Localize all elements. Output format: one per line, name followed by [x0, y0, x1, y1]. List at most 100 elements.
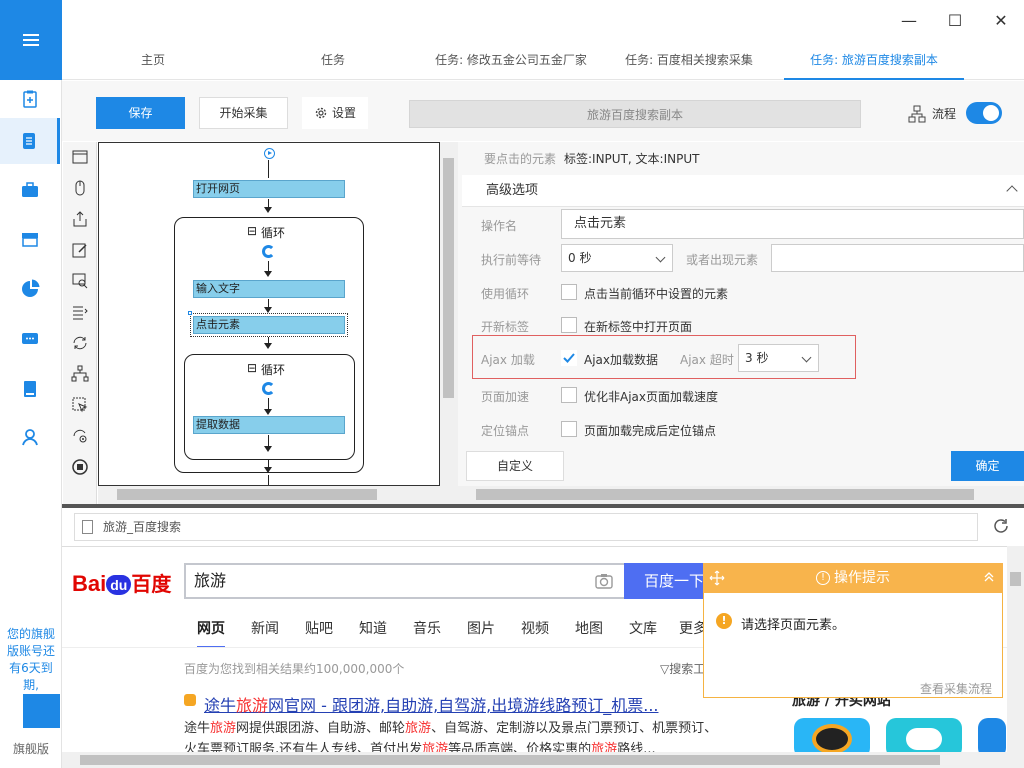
new-tab-text: 在新标签中打开页面 — [584, 320, 693, 334]
advanced-options-header[interactable]: 高级选项 — [462, 175, 1024, 207]
nav-map[interactable]: 地图 — [575, 618, 603, 638]
nav-images[interactable]: 图片 — [467, 618, 495, 638]
task-name-field[interactable]: 旅游百度搜索副本 — [409, 100, 861, 128]
baidu-search-input[interactable]: 旅游 — [184, 563, 624, 599]
page-icon — [82, 520, 93, 534]
tool-refresh-captcha[interactable] — [63, 421, 97, 451]
use-loop-checkbox[interactable] — [561, 284, 577, 300]
loop-outer-collapse[interactable]: ⊟ — [247, 224, 257, 238]
sidebar-account[interactable] — [0, 414, 60, 460]
tool-loop[interactable] — [63, 328, 97, 358]
baidu-logo[interactable]: Bai du 百度 — [72, 568, 171, 597]
chevron-down-icon — [801, 352, 812, 363]
collapse-up-icon[interactable] — [982, 570, 996, 584]
search-tools[interactable]: ▽搜索工 — [660, 660, 705, 677]
camera-icon[interactable] — [594, 572, 614, 590]
canvas-vscroll-thumb[interactable] — [443, 158, 454, 398]
briefcase-icon — [22, 182, 38, 197]
new-tab-label: 开新标签 — [481, 320, 530, 334]
loop-inner-collapse[interactable]: ⊟ — [247, 361, 257, 375]
result-title[interactable]: 途牛旅游网官网 - 跟团游,自助游,自驾游,出境游线路预订_机票... — [186, 692, 659, 716]
speed-text: 优化非Ajax页面加载速度 — [584, 390, 718, 404]
sidebar-market[interactable] — [0, 216, 60, 262]
flow-toggle-switch[interactable] — [966, 102, 1002, 124]
nav-music[interactable]: 音乐 — [413, 618, 441, 638]
sidebar-messages[interactable] — [0, 316, 60, 362]
or-appear-input[interactable] — [771, 244, 1024, 272]
loop-refresh-icon — [262, 245, 275, 258]
ajax-timeout-value: 3 秒 — [745, 351, 769, 365]
tool-select[interactable] — [63, 297, 97, 327]
pane-splitter[interactable] — [62, 504, 1024, 508]
nav-tieba[interactable]: 贴吧 — [305, 618, 333, 638]
ajax-checkbox[interactable] — [561, 350, 577, 366]
tab-task-travel[interactable]: 任务: 旅游百度搜索副本 — [784, 40, 964, 80]
tool-extract[interactable] — [63, 204, 97, 234]
sidebar-stats[interactable] — [0, 266, 60, 312]
tool-hover[interactable] — [63, 390, 97, 420]
maximize-button[interactable]: ☐ — [932, 0, 978, 40]
upgrade-button[interactable] — [23, 694, 60, 728]
cursor-icon — [72, 397, 88, 413]
gear-icon — [315, 107, 327, 119]
node-open-page[interactable]: 打开网页 — [193, 180, 345, 198]
popup-message: 请选择页面元素。 — [741, 618, 846, 633]
anchor-label: 定位锚点 — [481, 424, 530, 438]
tool-open-page[interactable] — [63, 142, 97, 172]
trial-notice[interactable]: 您的旗舰版账号还有6天到期, — [6, 626, 56, 694]
edition-label: 旗舰版 — [12, 742, 49, 756]
speed-checkbox[interactable] — [561, 387, 577, 403]
tab-task-baidu-related[interactable]: 任务: 百度相关搜索采集 — [616, 40, 762, 80]
nav-news[interactable]: 新闻 — [251, 618, 279, 638]
view-flow-link[interactable]: 查看采集流程 — [920, 680, 992, 697]
document-icon — [22, 133, 35, 149]
settings-button[interactable]: 设置 — [302, 97, 368, 129]
loop-icon — [73, 336, 87, 350]
nav-zhidao[interactable]: 知道 — [359, 618, 387, 638]
popup-header[interactable]: ! 操作提示 — [703, 563, 1003, 593]
close-button[interactable]: ✕ — [978, 0, 1024, 40]
start-collect-button[interactable]: 开始采集 — [199, 97, 288, 129]
tab-home[interactable]: 主页 — [108, 40, 198, 80]
node-click-element[interactable]: 点击元素 — [193, 316, 345, 334]
tab-task-hardware[interactable]: 任务: 修改五金公司五金厂家 — [426, 40, 596, 80]
sidebar-tutorial[interactable] — [0, 366, 60, 412]
node-input-text[interactable]: 输入文字 — [193, 280, 345, 298]
sidebar-tasks[interactable] — [0, 118, 60, 164]
tool-recognize[interactable] — [63, 266, 97, 296]
nav-video[interactable]: 视频 — [521, 618, 549, 638]
sidebar-new-task[interactable] — [0, 76, 60, 122]
node-extract-data[interactable]: 提取数据 — [193, 416, 345, 434]
tab-tasks[interactable]: 任务 — [288, 40, 378, 80]
menu-button[interactable] — [0, 0, 62, 80]
anchor-checkbox[interactable] — [561, 421, 577, 437]
canvas-hscroll-thumb[interactable] — [117, 489, 377, 500]
panel-hscroll-thumb[interactable] — [476, 489, 974, 500]
baidu-search-button[interactable]: 百度一下 — [624, 563, 714, 599]
tool-click[interactable] — [63, 173, 97, 203]
nav-wenku[interactable]: 文库 — [629, 618, 657, 638]
confirm-button[interactable]: 确定 — [951, 451, 1024, 481]
tool-stop[interactable] — [63, 452, 97, 482]
sidebar-toolbox[interactable] — [0, 167, 60, 213]
desc-highlight: 旅游 — [210, 721, 237, 736]
ajax-timeout-select[interactable]: 3 秒 — [738, 344, 819, 372]
new-tab-checkbox[interactable] — [561, 317, 577, 333]
browser-hscroll-thumb[interactable] — [80, 755, 940, 765]
refresh-eye-icon — [73, 429, 87, 443]
save-button[interactable]: 保存 — [96, 97, 185, 129]
minimize-button[interactable]: — — [886, 0, 932, 40]
url-bar[interactable]: 旅游_百度搜索 — [74, 513, 978, 541]
op-name-input[interactable]: 点击元素 — [561, 209, 1024, 239]
target-element-value: 标签:INPUT, 文本:INPUT — [564, 152, 700, 166]
tool-branch[interactable] — [63, 359, 97, 389]
browser-vscroll-thumb[interactable] — [1010, 572, 1021, 586]
move-icon[interactable] — [709, 570, 725, 586]
wait-select[interactable]: 0 秒 — [561, 244, 673, 272]
reload-icon[interactable] — [992, 517, 1010, 535]
tool-input[interactable] — [63, 235, 97, 265]
nav-web[interactable]: 网页 — [197, 618, 225, 648]
captcha-icon — [72, 273, 88, 289]
workflow-canvas[interactable]: 打开网页 ⊟ 循环 输入文字 点击元素 ⊟ 循环 提取数据 — [98, 142, 440, 486]
custom-button[interactable]: 自定义 — [466, 451, 564, 481]
